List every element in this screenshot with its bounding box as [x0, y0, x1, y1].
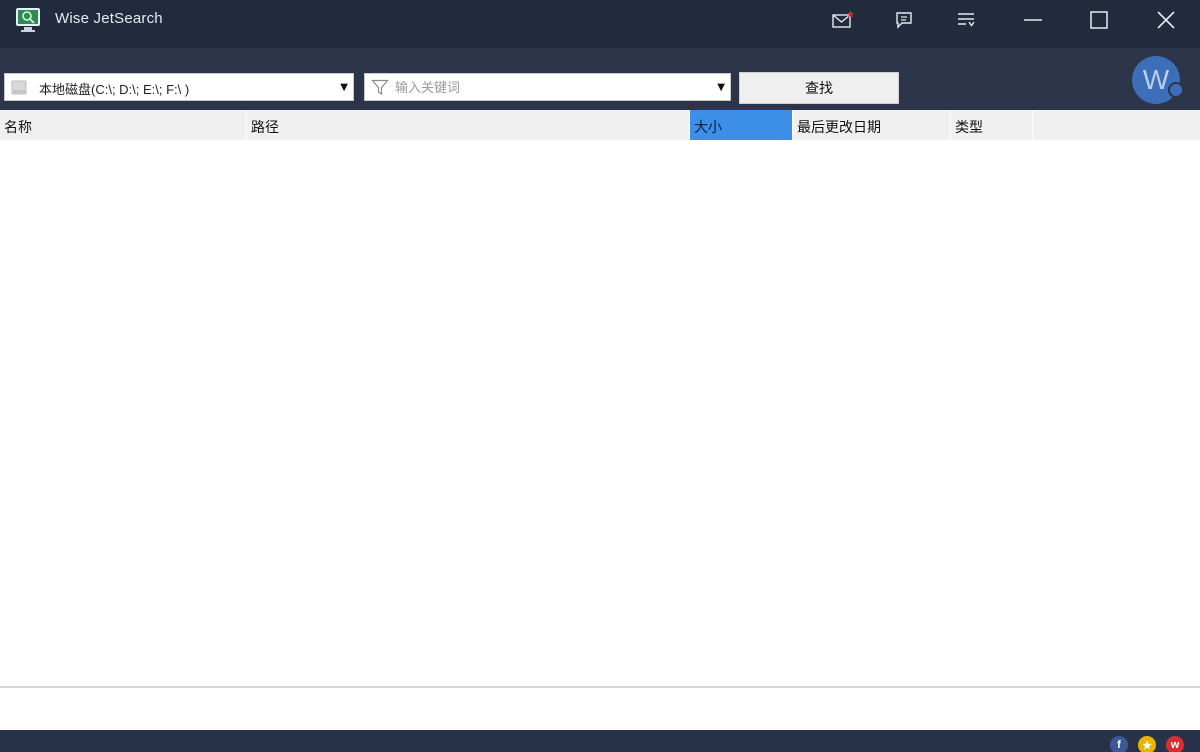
- column-header-path[interactable]: 路径: [247, 110, 690, 140]
- title-bar: Wise JetSearch: [0, 0, 1200, 48]
- close-icon: [1157, 11, 1175, 29]
- minimize-button[interactable]: [1015, 6, 1051, 34]
- menu-icon: [958, 13, 975, 27]
- results-header: 名称 路径 大小 最后更改日期 类型: [0, 110, 1200, 140]
- column-header-size[interactable]: 大小: [690, 110, 793, 140]
- footer-bar: f ★ w: [0, 730, 1200, 752]
- column-header-name[interactable]: 名称: [0, 110, 247, 140]
- avatar-letter: W: [1142, 64, 1170, 95]
- minimize-icon: [1024, 19, 1042, 21]
- maximize-button[interactable]: [1081, 6, 1117, 34]
- keyword-dropdown-arrow-icon[interactable]: ▼: [717, 82, 725, 93]
- results-list[interactable]: [0, 140, 1200, 685]
- feedback-button[interactable]: [886, 6, 922, 34]
- column-header-type[interactable]: 类型: [951, 110, 1033, 140]
- avatar[interactable]: W: [1132, 56, 1184, 104]
- column-header-modified[interactable]: 最后更改日期: [793, 110, 951, 140]
- feedback-icon: [896, 12, 912, 29]
- search-button[interactable]: 查找: [739, 72, 899, 104]
- maximize-icon: [1090, 11, 1108, 29]
- dropdown-arrow-icon[interactable]: ▼: [340, 82, 348, 93]
- weibo-icon[interactable]: w: [1166, 736, 1184, 752]
- status-area: [0, 686, 1200, 730]
- star-icon[interactable]: ★: [1138, 736, 1156, 752]
- keyword-box[interactable]: ▼: [364, 73, 731, 101]
- drive-select-value: 本地磁盘(C:\; D:\; E:\; F:\ ): [39, 82, 190, 97]
- mail-icon: [832, 10, 855, 28]
- app-logo-icon: [16, 8, 40, 32]
- mail-button[interactable]: [825, 6, 861, 34]
- keyword-input[interactable]: [395, 77, 705, 97]
- drive-icon: [11, 80, 27, 95]
- facebook-icon[interactable]: f: [1110, 736, 1128, 752]
- drive-select[interactable]: 本地磁盘(C:\; D:\; E:\; F:\ ) ▼: [4, 73, 354, 101]
- close-button[interactable]: [1148, 6, 1184, 34]
- filter-icon: [371, 79, 389, 96]
- app-title: Wise JetSearch: [55, 10, 163, 27]
- avatar-badge: [1168, 82, 1184, 98]
- search-toolbar: 本地磁盘(C:\; D:\; E:\; F:\ ) ▼ ▼ 查找 W: [0, 48, 1200, 110]
- menu-button[interactable]: [948, 6, 984, 34]
- column-header-extra[interactable]: [1033, 110, 1200, 140]
